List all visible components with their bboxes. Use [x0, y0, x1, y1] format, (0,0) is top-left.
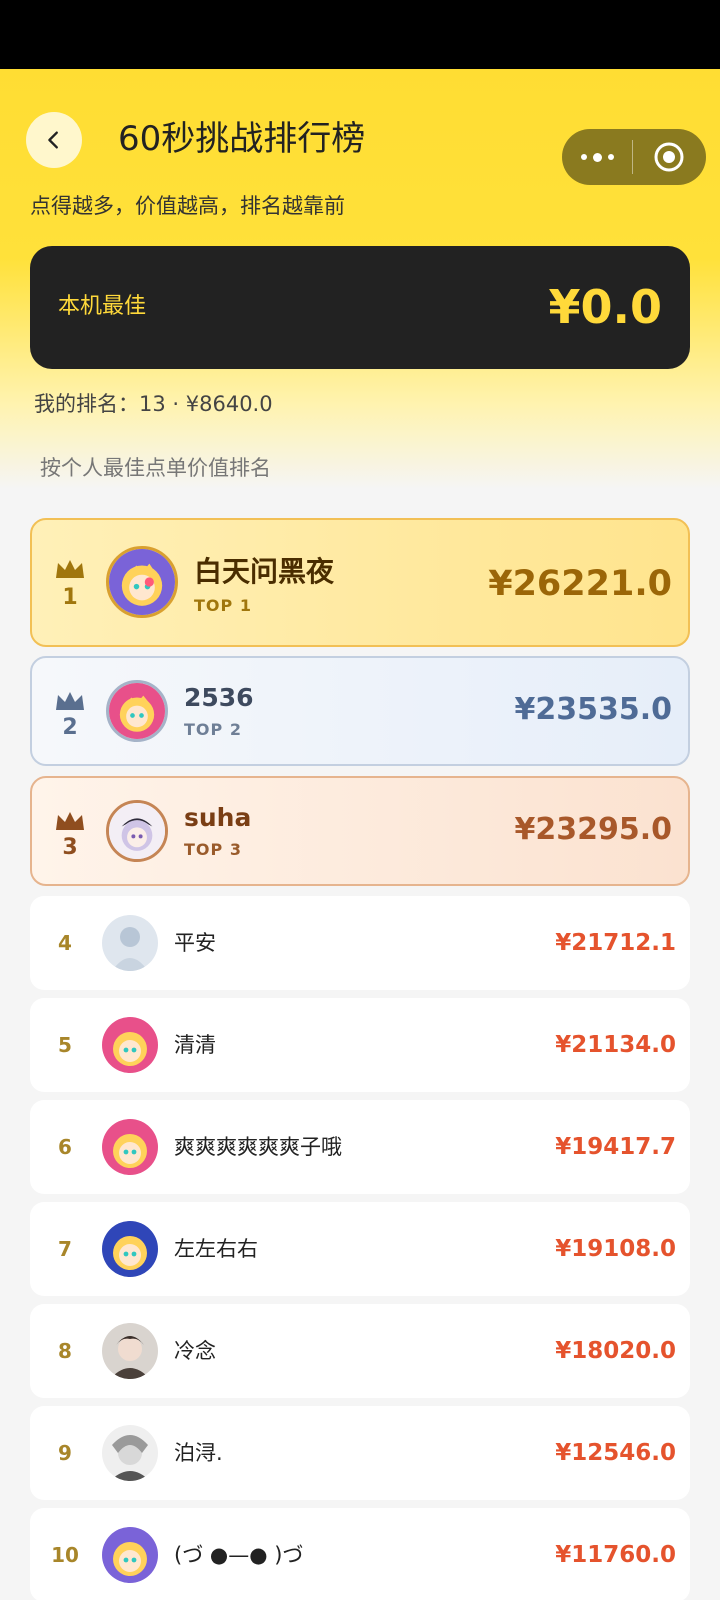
more-icon	[580, 154, 587, 160]
player-name: 左左右右	[174, 1237, 258, 1261]
player-name: 爽爽爽爽爽爽子哦	[174, 1135, 342, 1159]
avatar	[102, 1425, 158, 1481]
best-score-card: 本机最佳 ¥0.0	[30, 246, 690, 369]
avatar	[102, 1221, 158, 1277]
top-badge: TOP 3	[184, 840, 242, 859]
leaderboard-row[interactable]: 6 爽爽爽爽爽爽子哦 ¥19417.7	[30, 1100, 690, 1194]
more-button[interactable]	[562, 129, 632, 185]
player-score: ¥18020.0	[555, 1338, 676, 1364]
player-score: ¥11760.0	[555, 1542, 676, 1568]
top-badge: TOP 1	[194, 596, 252, 615]
top-badge: TOP 2	[184, 720, 242, 739]
leaderboard-row[interactable]: 8 冷念 ¥18020.0	[30, 1304, 690, 1398]
avatar	[102, 1017, 158, 1073]
avatar	[102, 1119, 158, 1175]
leaderboard-row[interactable]: 10 (づ ●—● )づ ¥11760.0	[30, 1508, 690, 1600]
status-bar	[0, 0, 720, 69]
player-score: ¥19417.7	[555, 1134, 676, 1160]
rank-number: 8	[58, 1339, 72, 1363]
page-subtitle: 点得越多，价值越高，排名越靠前	[30, 194, 345, 218]
avatar	[102, 1323, 158, 1379]
rank-number: 4	[58, 931, 72, 955]
player-name: suha	[184, 803, 252, 832]
player-score: ¥21134.0	[555, 1032, 676, 1058]
close-mini-program-button[interactable]	[633, 129, 705, 185]
rank-number: 2	[62, 715, 78, 740]
player-score: ¥21712.1	[555, 930, 676, 956]
player-score: ¥23295.0	[514, 812, 672, 847]
player-name: 平安	[174, 931, 216, 955]
player-name: 白天问黑夜	[194, 555, 335, 588]
rank-number: 5	[58, 1033, 72, 1057]
player-name: 冷念	[174, 1339, 216, 1363]
rank-number: 10	[51, 1543, 79, 1567]
avatar	[106, 680, 168, 742]
leaderboard-row[interactable]: 7 左左右右 ¥19108.0	[30, 1202, 690, 1296]
leaderboard-top3-row[interactable]: 3 suha TOP 3 ¥23295.0	[30, 776, 690, 886]
back-icon	[48, 131, 58, 149]
crown-icon	[56, 560, 84, 578]
avatar	[102, 915, 158, 971]
player-score: ¥26221.0	[488, 564, 672, 604]
capsule-target-icon	[654, 142, 684, 172]
rank-number: 9	[58, 1441, 72, 1465]
player-score: ¥23535.0	[514, 692, 672, 727]
leaderboard-row[interactable]: 4 平安 ¥21712.1	[30, 896, 690, 990]
player-score: ¥19108.0	[555, 1236, 676, 1262]
rank-number: 1	[62, 585, 78, 610]
crown-icon	[56, 692, 84, 710]
player-name: 2536	[184, 683, 254, 712]
my-rank-text: 我的排名：13 · ¥8640.0	[34, 392, 273, 416]
rank-number: 7	[58, 1237, 72, 1261]
avatar	[106, 546, 178, 618]
player-name: (づ ●—● )づ	[174, 1543, 304, 1567]
leaderboard-top2-row[interactable]: 2 2536 TOP 2 ¥23535.0	[30, 656, 690, 766]
player-name: 泊浔.	[174, 1441, 223, 1465]
best-score-value: ¥0.0	[548, 280, 663, 334]
rank-number: 6	[58, 1135, 72, 1159]
player-name: 清清	[174, 1033, 216, 1057]
back-button[interactable]	[26, 112, 82, 168]
mini-program-capsule	[562, 129, 706, 185]
ranking-rule-text: 按个人最佳点单价值排名	[40, 456, 271, 480]
crown-icon	[56, 812, 84, 830]
best-score-label: 本机最佳	[58, 294, 147, 319]
leaderboard-row[interactable]: 5 清清 ¥21134.0	[30, 998, 690, 1092]
leaderboard-top1-row[interactable]: 1 白天问黑夜 TOP 1 ¥26221.0	[30, 518, 690, 647]
avatar	[106, 800, 168, 862]
rank-number: 3	[62, 835, 78, 860]
player-score: ¥12546.0	[555, 1440, 676, 1466]
avatar	[102, 1527, 158, 1583]
leaderboard-row[interactable]: 9 泊浔. ¥12546.0	[30, 1406, 690, 1500]
page-title: 60秒挑战排行榜	[118, 119, 366, 159]
